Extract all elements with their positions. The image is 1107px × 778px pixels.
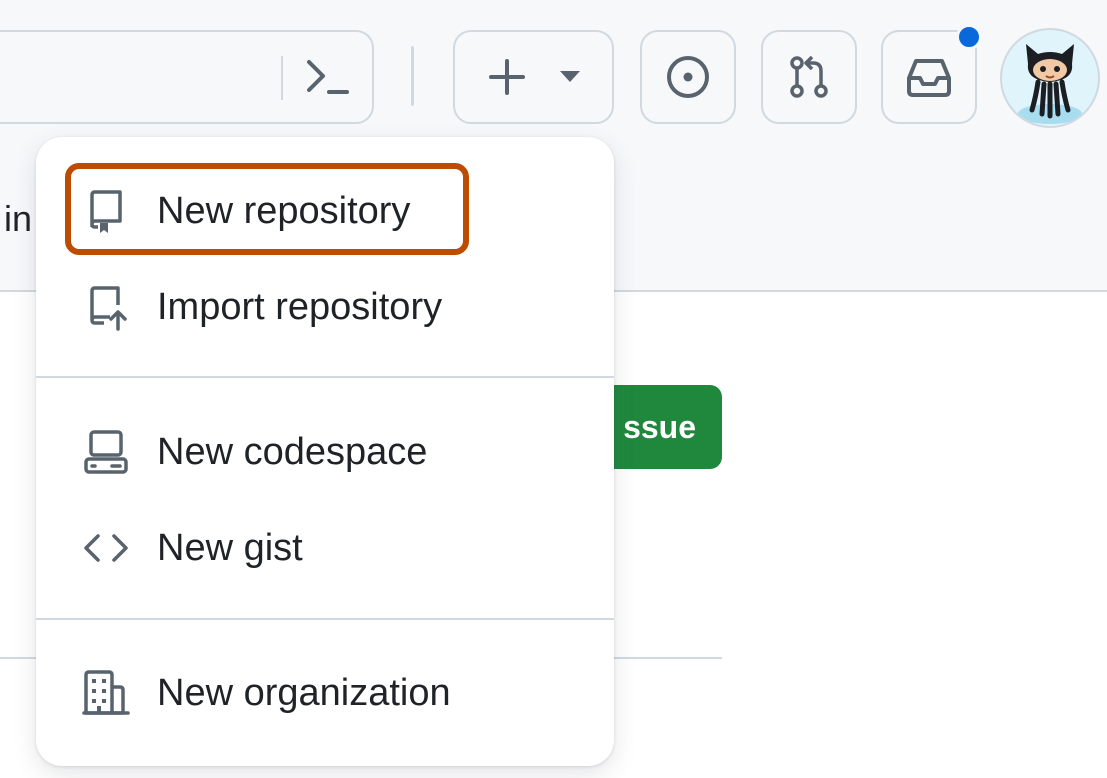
menu-item-new-gist[interactable]: New gist (36, 502, 614, 594)
header-divider (411, 46, 414, 106)
menu-divider (36, 618, 614, 620)
code-icon (82, 524, 130, 572)
menu-item-new-organization[interactable]: New organization (36, 647, 614, 739)
codespaces-icon (82, 428, 130, 476)
git-pull-request-icon (785, 53, 833, 101)
search-divider (281, 56, 283, 100)
screen: in ssue New repository Import repository… (0, 0, 1107, 778)
menu-item-new-codespace[interactable]: New codespace (36, 406, 614, 498)
issues-button[interactable] (640, 30, 736, 124)
organization-icon (82, 669, 130, 717)
command-palette-icon[interactable] (303, 54, 353, 100)
create-new-dropdown-menu: New repository Import repository New cod… (36, 137, 614, 766)
menu-item-label: New codespace (157, 430, 428, 473)
user-avatar[interactable] (1000, 28, 1100, 128)
menu-item-label: New organization (157, 671, 451, 714)
menu-item-label: Import repository (157, 285, 443, 328)
menu-divider (36, 376, 614, 378)
new-issue-button-label: ssue (623, 408, 696, 445)
pull-requests-button[interactable] (761, 30, 857, 124)
inbox-icon (904, 54, 954, 100)
triangle-down-icon (559, 70, 581, 84)
create-new-button[interactable] (453, 30, 614, 124)
notification-indicator (956, 24, 982, 50)
highlight-outline (65, 163, 469, 255)
plus-icon (487, 57, 527, 97)
menu-item-import-repository[interactable]: Import repository (36, 261, 614, 353)
menu-item-label: New gist (157, 526, 303, 569)
issue-opened-icon (664, 53, 712, 101)
partial-nav-text: in (4, 198, 33, 239)
repo-push-icon (82, 283, 130, 331)
